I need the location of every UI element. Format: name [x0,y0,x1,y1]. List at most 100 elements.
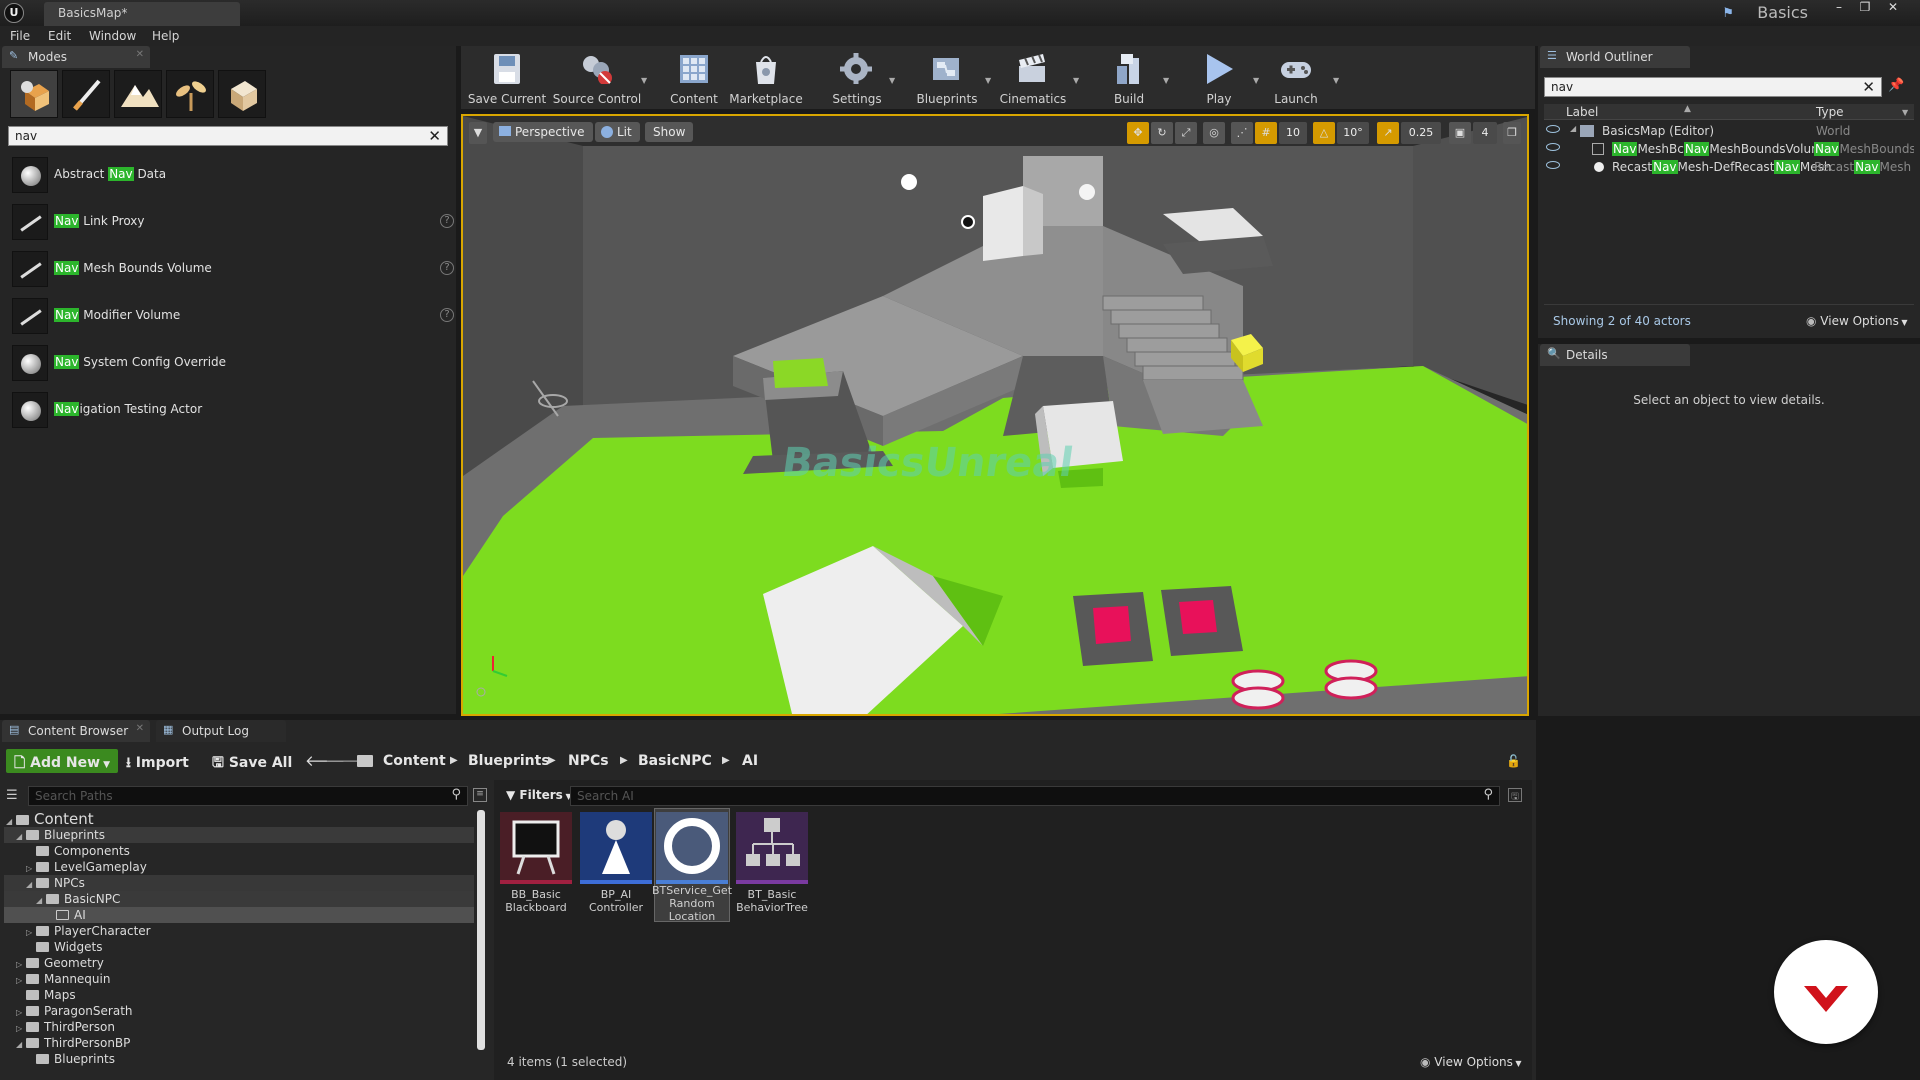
place-mode-icon[interactable] [10,70,58,118]
menu-edit[interactable]: Edit [48,29,71,43]
chevron-down-icon[interactable]: ▼ [1073,76,1079,85]
list-item[interactable]: Nav Mesh Bounds Volume ? [8,247,454,291]
import-button[interactable]: ⭳ Import [118,749,197,773]
lock-icon[interactable]: 🔓 [1506,754,1521,768]
label-column-header[interactable]: Label [1566,105,1598,119]
tab-world-outliner[interactable]: ☰ World Outliner [1540,46,1690,68]
help-icon[interactable]: ? [440,261,454,275]
chevron-down-icon[interactable]: ▼ [641,76,647,85]
tab-content-browser[interactable]: ▤ Content Browser ✕ [2,720,150,742]
tree-item-npcs[interactable]: ◢ NPCs [26,876,85,892]
minimize-icon[interactable]: – [1828,0,1850,16]
chevron-down-icon[interactable]: ▼ [889,76,895,85]
grid-snap-value[interactable]: 10 [1279,122,1307,144]
type-column-header[interactable]: Type [1816,105,1844,119]
tab-output-log[interactable]: ▦ Output Log [156,720,286,742]
show-button[interactable]: Show [645,122,694,142]
menu-file[interactable]: File [10,29,30,43]
breadcrumb[interactable]: Content [383,753,446,769]
tree-item-widgets[interactable]: Widgets [26,940,103,956]
tree-item-blueprints[interactable]: ◢ Blueprints [16,828,105,844]
close-tab-icon[interactable]: ✕ [136,49,144,60]
clear-search-icon[interactable]: ✕ [1862,78,1875,96]
level-viewport[interactable]: BasicsUnreal ▼ Perspective Lit Show ✥ ↻ … [461,114,1529,716]
cinematics-button[interactable]: Cinematics ▼ [991,50,1079,106]
tree-item-geometry[interactable]: ▷ Geometry [16,956,104,972]
chevron-down-icon[interactable]: ▼ [1333,76,1339,85]
maximize-viewport-icon[interactable]: ❐ [1503,122,1521,144]
tree-item-thirdpersonbp[interactable]: ◢ ThirdPersonBP [16,1036,130,1052]
world-space-icon[interactable]: ◎ [1203,122,1225,144]
scale-snap-icon[interactable]: ↗ [1377,122,1399,144]
tab-details[interactable]: 🔍 Details [1540,344,1690,366]
grid-snap-icon[interactable]: # [1255,122,1277,144]
asset-tile[interactable]: BP_AI Controller [580,812,652,922]
help-icon[interactable]: ? [440,214,454,228]
breadcrumb[interactable]: NPCs [568,753,609,769]
lit-button[interactable]: Lit [595,122,640,142]
list-item[interactable]: Navigation Testing Actor [8,388,448,432]
camera-speed-icon[interactable]: ▣ [1449,122,1471,144]
pin-icon[interactable]: 📌 [1888,78,1904,93]
tree-item-levelgameplay[interactable]: ▷ LevelGameplay [26,860,147,876]
menu-help[interactable]: Help [152,29,179,43]
breadcrumb[interactable]: BasicNPC [638,753,712,769]
paint-mode-icon[interactable] [62,70,110,118]
chevron-right-icon[interactable]: ▶ [548,755,556,766]
tree-item-components[interactable]: Components [26,844,130,860]
landscape-mode-icon[interactable] [114,70,162,118]
marketplace-button[interactable]: Marketplace [729,50,803,106]
translate-icon[interactable]: ✥ [1127,122,1149,144]
save-search-icon[interactable]: 🖫 [1508,788,1522,802]
tree-item-basicnpc[interactable]: ◢ BasicNPC [36,892,120,908]
save-current-button[interactable]: Save Current [467,50,547,106]
rotation-snap-value[interactable]: 10° [1337,122,1369,144]
geometry-mode-icon[interactable] [218,70,266,118]
scale-snap-value[interactable]: 0.25 [1401,122,1441,144]
list-item[interactable]: Nav System Config Override [8,341,448,385]
modes-search-input[interactable]: nav ✕ [8,126,448,146]
outliner-search-input[interactable]: nav ✕ [1544,77,1882,97]
viewport-options-icon[interactable]: ▼ [469,122,487,144]
blueprints-button[interactable]: Blueprints ▼ [907,50,991,106]
path-view-options-icon[interactable]: ≡ [473,788,487,802]
save-all-button[interactable]: 🖫 Save All [204,749,300,773]
search-assets-input[interactable]: Search AI ⚲ [570,786,1500,806]
rotation-snap-icon[interactable]: △ [1313,122,1335,144]
visibility-eye-icon[interactable] [1546,143,1560,151]
asset-tile-selected[interactable]: BTService_Get Random Location [652,812,732,923]
chevron-right-icon[interactable]: ▶ [450,755,458,766]
perspective-button[interactable]: Perspective [493,122,593,142]
outliner-row[interactable]: ◢ BasicsMap (Editor) World [1544,124,1914,142]
outliner-row[interactable]: NavMeshBcNavMeshBoundsVolume NavMeshBoun… [1544,142,1914,160]
tree-item-playercharacter[interactable]: ▷ PlayerCharacter [26,924,151,940]
rotate-icon[interactable]: ↻ [1151,122,1173,144]
launch-button[interactable]: Launch ▼ [1261,50,1339,106]
foliage-mode-icon[interactable] [166,70,214,118]
chevron-down-icon[interactable]: ▼ [1902,108,1908,117]
asset-tile[interactable]: BT_Basic BehaviorTree [736,812,808,922]
document-tab[interactable]: BasicsMap* [44,2,240,26]
chevron-right-icon[interactable]: ▶ [722,755,730,766]
camera-speed-value[interactable]: 4 [1473,122,1497,144]
visibility-eye-icon[interactable] [1546,125,1560,133]
play-button[interactable]: Play ▼ [1187,50,1259,106]
breadcrumb[interactable]: AI [742,753,758,769]
surface-snap-icon[interactable]: ⋰ [1231,122,1253,144]
tree-scrollbar[interactable] [477,810,485,1050]
chevron-right-icon[interactable]: ▶ [620,755,628,766]
clear-search-icon[interactable]: ✕ [428,127,441,145]
tree-item-paragonserath[interactable]: ▷ ParagonSerath [16,1004,133,1020]
close-icon[interactable]: ✕ [1882,0,1904,16]
scale-icon[interactable]: ⤢ [1175,122,1197,144]
menu-window[interactable]: Window [89,29,136,43]
search-paths-input[interactable]: Search Paths ⚲ [28,786,468,806]
list-item[interactable]: Nav Modifier Volume ? [8,294,454,338]
list-item[interactable]: Nav Link Proxy ? [8,200,454,244]
filters-button[interactable]: ▼ Filters ▼ [500,786,578,806]
tree-item-blueprints-2[interactable]: Blueprints [26,1052,115,1068]
tree-item-content[interactable]: ◢ Content [6,810,94,828]
build-button[interactable]: Build ▼ [1097,50,1169,106]
tree-item-thirdperson[interactable]: ▷ ThirdPerson [16,1020,115,1036]
expand-arrow-icon[interactable]: ◢ [1570,124,1576,133]
